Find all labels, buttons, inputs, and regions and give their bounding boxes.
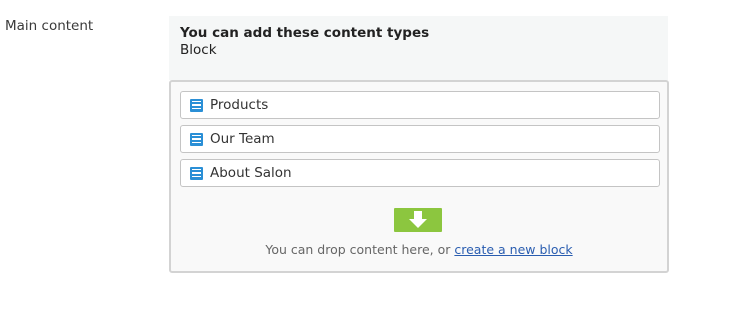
allowed-types-info: You can add these content types Block <box>169 16 668 80</box>
dropzone-hint: You can drop content here, or create a n… <box>171 242 667 257</box>
allowed-types-list: Block <box>180 42 217 58</box>
content-item-about-salon[interactable]: About Salon <box>180 159 660 187</box>
content-item-our-team[interactable]: Our Team <box>180 125 660 153</box>
content-area[interactable]: Products Our Team About Salon You can dr… <box>169 80 669 273</box>
block-icon <box>190 166 203 180</box>
dropzone-hint-text: You can drop content here, or <box>265 242 455 257</box>
content-item-label: About Salon <box>210 165 292 181</box>
content-item-label: Our Team <box>210 131 275 147</box>
block-icon <box>190 132 203 146</box>
arrow-down-icon <box>394 208 442 232</box>
content-item-products[interactable]: Products <box>180 91 660 119</box>
block-icon <box>190 98 203 112</box>
allowed-types-title: You can add these content types <box>180 25 430 41</box>
content-item-label: Products <box>210 97 269 113</box>
field-label: Main content <box>5 18 94 34</box>
create-new-block-link[interactable]: create a new block <box>454 242 572 257</box>
